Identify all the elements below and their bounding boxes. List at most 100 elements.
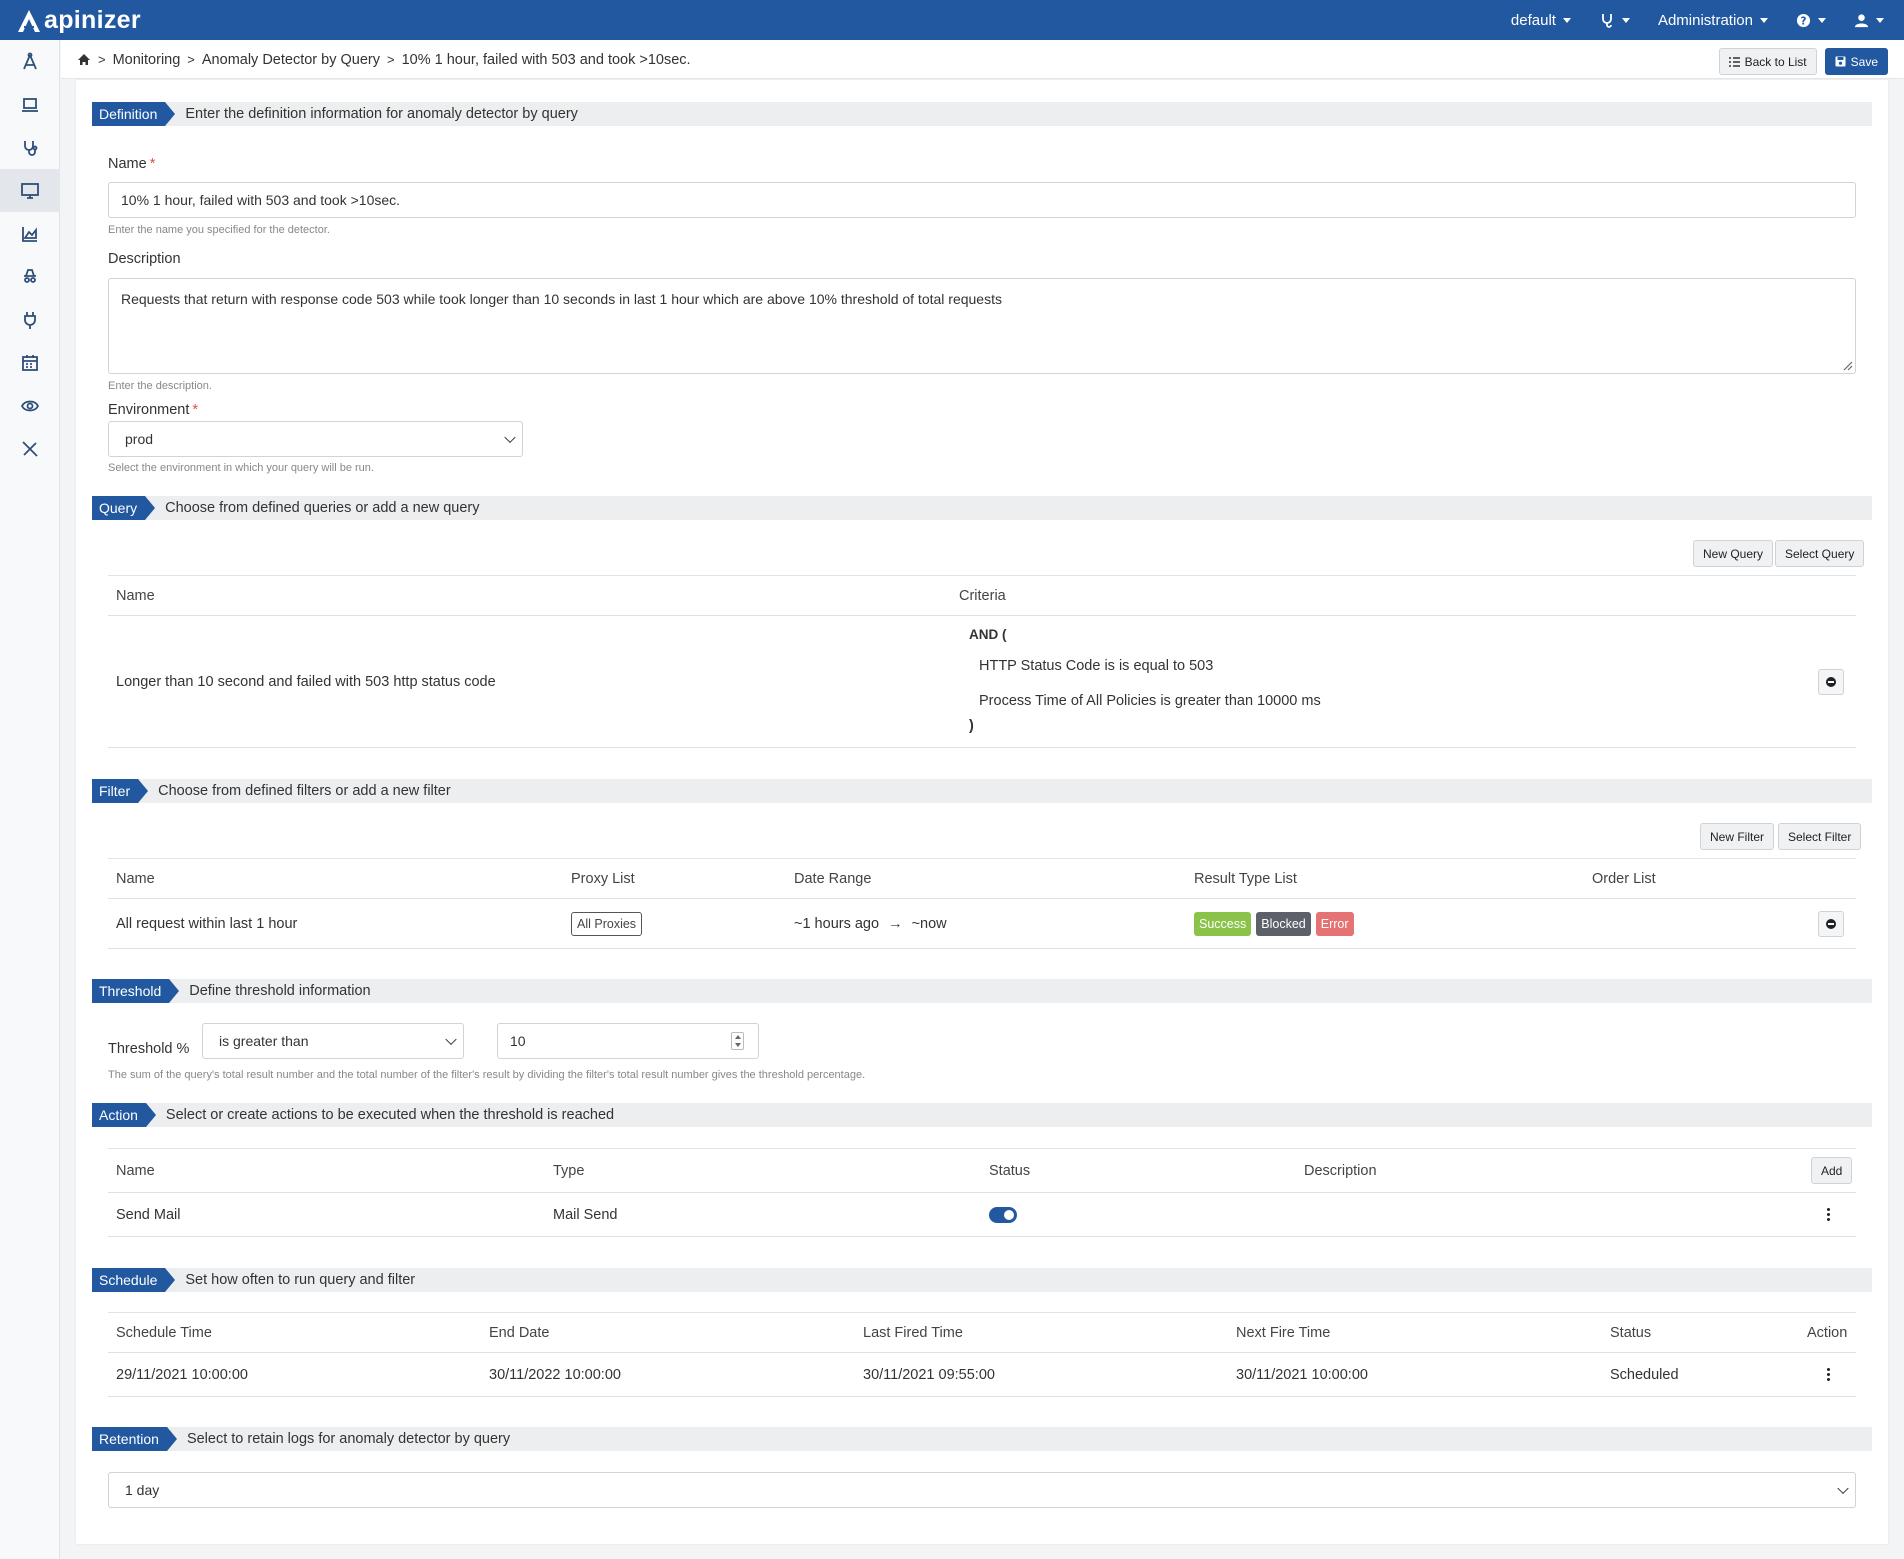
- select-query-button[interactable]: Select Query: [1775, 540, 1865, 567]
- minus-circle-icon: [1826, 918, 1836, 929]
- section-tag-query: Query: [92, 496, 156, 520]
- criteria-close: ): [969, 718, 974, 734]
- retention-select[interactable]: 1 day: [108, 1472, 1856, 1508]
- administration-dropdown[interactable]: Administration: [1658, 12, 1768, 29]
- health-dropdown[interactable]: [1599, 12, 1630, 28]
- user-dropdown[interactable]: [1854, 13, 1884, 28]
- description-value: Requests that return with response code …: [121, 291, 1002, 307]
- sidebar-item-scheduler[interactable]: [0, 341, 60, 384]
- filter-name: All request within last 1 hour: [116, 915, 298, 932]
- breadcrumb-item-current: 10% 1 hour, failed with 503 and took >10…: [401, 51, 691, 68]
- new-filter-button[interactable]: New Filter: [1700, 823, 1775, 850]
- description-help: Enter the description.: [108, 380, 212, 392]
- remove-query-button[interactable]: [1818, 668, 1844, 695]
- name-input-value: 10% 1 hour, failed with 503 and took >10…: [121, 192, 401, 208]
- caret-down-icon: [1760, 17, 1768, 23]
- status-toggle[interactable]: [989, 1206, 1017, 1223]
- project-dropdown[interactable]: default: [1511, 12, 1571, 29]
- sidebar-item-development[interactable]: [0, 83, 60, 126]
- name-label-text: Name: [108, 156, 147, 172]
- column-header: End Date: [489, 1324, 550, 1341]
- description-textarea[interactable]: Requests that return with response code …: [108, 278, 1856, 374]
- schedule-time: 29/11/2021 10:00:00: [116, 1366, 248, 1383]
- column-header: Action: [1807, 1324, 1848, 1341]
- arrow-right-icon: →: [888, 915, 903, 932]
- sidebar-item-observability[interactable]: [0, 384, 60, 427]
- save-icon: [1835, 56, 1846, 67]
- number-spinner[interactable]: [731, 1032, 744, 1050]
- sidebar-item-security[interactable]: [0, 255, 60, 298]
- section-tag-retention: Retention: [92, 1427, 177, 1451]
- breadcrumb-separator: >: [98, 52, 106, 67]
- plug-icon: [24, 311, 36, 329]
- breadcrumb-separator: >: [387, 52, 395, 67]
- column-header: Date Range: [794, 870, 872, 887]
- sidebar-item-api-design[interactable]: [0, 40, 60, 83]
- back-to-list-button[interactable]: Back to List: [1718, 48, 1817, 75]
- select-filter-button[interactable]: Select Filter: [1778, 823, 1862, 850]
- environment-help: Select the environment in which your que…: [108, 462, 374, 474]
- new-query-button[interactable]: New Query: [1693, 540, 1774, 567]
- help-dropdown[interactable]: ?: [1796, 13, 1826, 28]
- section-description: Select or create actions to be executed …: [165, 1107, 615, 1123]
- table-header-row: Name Proxy List Date Range Result Type L…: [108, 859, 1856, 899]
- action-type: Mail Send: [553, 1206, 618, 1223]
- column-header: Status: [989, 1162, 1031, 1179]
- more-vertical-icon[interactable]: [1818, 1365, 1838, 1385]
- logo[interactable]: apinizer: [16, 6, 141, 35]
- column-header: Description: [1304, 1162, 1377, 1179]
- chevron-down-icon: [445, 1033, 457, 1046]
- query-table: Name Criteria Longer than 10 second and …: [108, 575, 1856, 748]
- sidebar-item-health[interactable]: [0, 126, 60, 169]
- section-header-filter: Filter Choose from defined filters or ad…: [92, 779, 1872, 803]
- section-header-query: Query Choose from defined queries or add…: [92, 496, 1872, 520]
- section-description: Set how often to run query and filter: [185, 1272, 416, 1288]
- section-tag-action: Action: [92, 1103, 156, 1127]
- section-tag-schedule: Schedule: [92, 1268, 176, 1292]
- section-tag-definition: Definition: [92, 102, 176, 126]
- section-header-action: Action Select or create actions to be ex…: [92, 1103, 1872, 1127]
- add-action-button[interactable]: Add: [1811, 1157, 1853, 1184]
- breadcrumb-bar: > Monitoring > Anomaly Detector by Query…: [61, 40, 1904, 79]
- stethoscope-icon: [24, 140, 38, 156]
- list-icon: [1728, 56, 1740, 67]
- action-table: Name Type Status Description Add Send Ma…: [108, 1148, 1856, 1237]
- logo-text: apinizer: [44, 6, 141, 34]
- section-description: Define threshold information: [189, 983, 371, 999]
- remove-filter-button[interactable]: [1818, 910, 1844, 937]
- environment-select[interactable]: prod: [108, 421, 523, 457]
- home-icon[interactable]: [77, 53, 91, 66]
- resize-handle-icon[interactable]: [1841, 359, 1853, 371]
- section-description: Select to retain logs for anomaly detect…: [186, 1431, 511, 1447]
- section-tag-filter: Filter: [92, 779, 149, 803]
- sidebar-item-tools[interactable]: [0, 427, 60, 470]
- apinizer-logo-icon: [18, 9, 40, 32]
- action-name: Send Mail: [116, 1206, 181, 1223]
- sidebar-item-connectors[interactable]: [0, 298, 60, 341]
- name-input[interactable]: 10% 1 hour, failed with 503 and took >10…: [108, 182, 1856, 218]
- sidebar-item-monitoring[interactable]: [0, 169, 60, 212]
- administration-label: Administration: [1657, 11, 1753, 29]
- threshold-value-input[interactable]: 10: [497, 1023, 759, 1059]
- row-remove-cell: [1818, 899, 1844, 948]
- date-range-cell: ~1 hours ago → ~now: [794, 899, 947, 948]
- project-label: default: [1510, 11, 1556, 29]
- laptop-icon: [22, 97, 38, 112]
- save-button[interactable]: Save: [1824, 48, 1888, 75]
- description-label: Description: [108, 251, 181, 267]
- more-vertical-icon[interactable]: [1818, 1205, 1838, 1225]
- breadcrumb-item-monitoring[interactable]: Monitoring: [113, 52, 181, 68]
- breadcrumb-item-anomaly-detector[interactable]: Anomaly Detector by Query: [202, 52, 380, 68]
- stethoscope-icon: [1602, 14, 1612, 28]
- criteria-and-open: AND (: [969, 626, 1007, 642]
- date-from: ~1 hours ago: [794, 915, 880, 932]
- top-navbar: apinizer default Administration ?: [0, 0, 1904, 40]
- sidebar-item-analytics[interactable]: [0, 212, 60, 255]
- threshold-operator-select[interactable]: is greater than: [202, 1023, 464, 1059]
- threshold-label: Threshold %: [108, 1041, 190, 1057]
- add-button-cell: Add: [1811, 1149, 1853, 1192]
- section-description: Enter the definition information for ano…: [185, 106, 578, 122]
- row-menu-cell: [1818, 1353, 1838, 1396]
- section-tag-threshold: Threshold: [92, 979, 180, 1003]
- section-header-definition: Definition Enter the definition informat…: [92, 102, 1872, 126]
